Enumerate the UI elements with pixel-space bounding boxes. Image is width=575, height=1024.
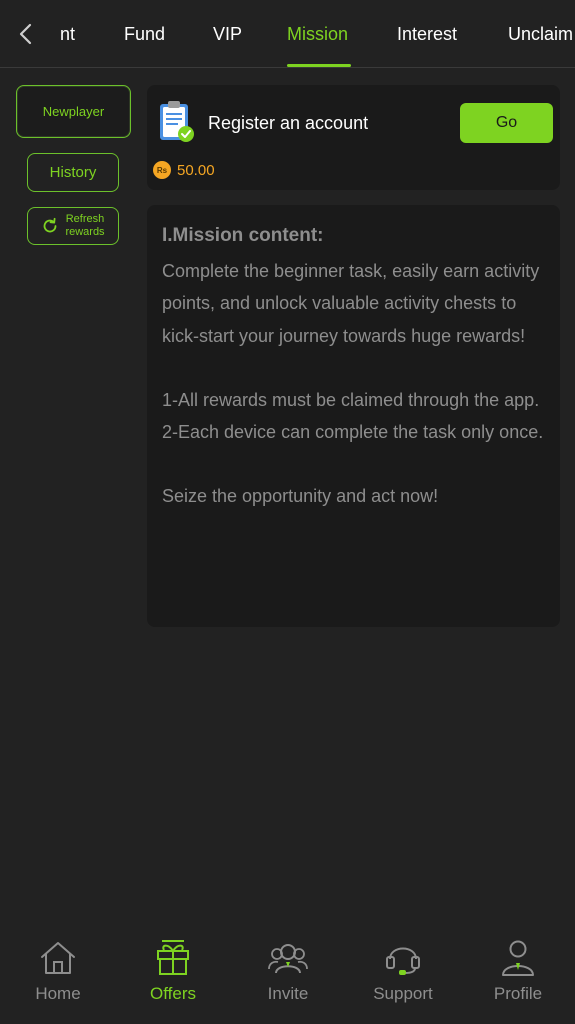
gift-icon [157,940,189,975]
refresh-icon [44,217,57,233]
mission-content-card: I.Mission content: Complete the beginner… [147,205,560,627]
home-icon [41,942,75,974]
nav-support-label: Support [373,984,433,1003]
newplayer-label: Newplayer [42,104,105,119]
mission-rule-1: 1-All rewards must be claimed through th… [162,389,540,410]
mission-content-heading: I.Mission content: [162,225,324,246]
bottom-nav: Home Offers Invite Support Profile [0,924,575,1024]
clipboard-check-icon [160,101,194,142]
task-title: Register an account [208,113,369,133]
nav-home[interactable]: Home [8,938,108,1004]
top-tab-bar: nt Fund VIP Mission Interest Unclaim [0,0,575,68]
reward-amount: 50.00 [177,161,215,179]
nav-profile[interactable]: Profile [468,938,568,1004]
chevron-left-icon [19,23,32,45]
active-tab-indicator [287,64,351,67]
tab-fund[interactable]: Fund [124,0,165,67]
app-root: nt Fund VIP Mission Interest Unclaim New… [0,0,575,1024]
tab-vip[interactable]: VIP [213,0,242,67]
headset-icon [386,947,420,975]
refresh-rewards-button[interactable]: Refresh rewards [27,207,119,245]
nav-profile-label: Profile [493,984,543,1003]
task-card: Register an account Go Rs 50.00 [147,85,560,190]
rupee-coin-icon: Rs [153,161,171,179]
mission-rule-2: 2-Each device can complete the task only… [162,422,544,443]
nav-home-label: Home [35,984,81,1003]
refresh-label-line2: rewards [65,226,105,238]
tab-mission[interactable]: Mission [287,0,348,67]
nav-invite-label: Invite [267,984,309,1003]
reward-row: Rs 50.00 [153,161,215,179]
nav-offers[interactable]: Offers [123,938,223,1004]
go-button[interactable]: Go [460,103,553,143]
mission-intro-text: Complete the beginner task, easily earn … [162,261,540,346]
history-button[interactable]: History [27,153,119,192]
tab-interest[interactable]: Interest [397,0,457,67]
history-label: History [49,164,97,181]
refresh-rewards-label: Refresh rewards [65,213,104,239]
newplayer-button[interactable]: Newplayer [16,85,131,138]
tab-unclaim[interactable]: Unclaim [508,0,573,67]
nav-invite[interactable]: Invite [238,938,338,1004]
nav-support[interactable]: Support [353,938,453,1004]
tab-nt[interactable]: nt [60,0,75,67]
invite-icon [268,944,308,974]
refresh-label-line1: Refresh [65,213,105,225]
mission-closing-text: Seize the opportunity and act now! [162,486,439,507]
profile-icon [502,940,534,976]
back-button[interactable] [10,18,42,50]
nav-offers-label: Offers [150,984,196,1003]
